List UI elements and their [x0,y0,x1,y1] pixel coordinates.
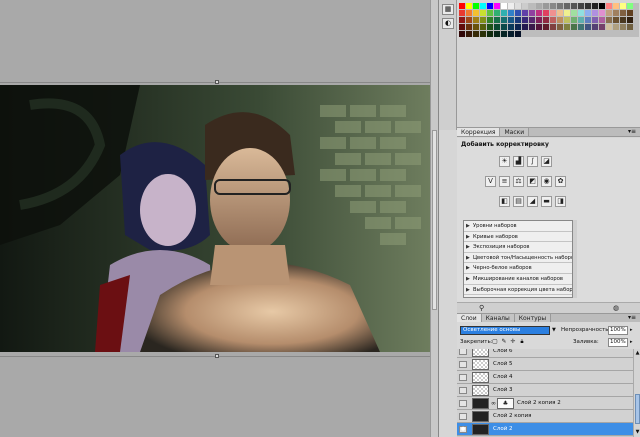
panels-dock: ▦ ◐ Коррекция Маски ▾≡ Добавить корректи… [438,0,640,437]
adjustments-footer: ⚲ ◍ [457,302,640,313]
preset-exposure[interactable]: Экспозиция наборов [464,242,572,253]
invert-icon[interactable]: ◧ [499,196,510,207]
adjustments-panel: Добавить корректировку ☀ ▟ ∫ ◪ V ≡ ⚖ ◩ ◉… [457,138,640,314]
adjustments-panel-menu-icon[interactable]: ▾≡ [624,128,640,136]
layer-name: Слой 5 [493,361,513,367]
layer-row[interactable]: Слой 2 копия [457,410,633,423]
layers-list: Слой 6 Слой 5 Слой 4 Слой 3 ∞ ♣ Слой 2 к… [457,349,633,437]
opacity-label: Непрозрачность: [561,327,611,333]
tab-masks[interactable]: Маски [500,128,530,136]
lock-label: Закрепить: [460,339,493,345]
panel-icon-strip: ▦ ◐ [439,0,457,130]
scroll-up-arrow-icon[interactable]: ▲ [634,350,640,356]
layer-thumbnail [472,359,489,370]
scroll-down-arrow-icon[interactable]: ▼ [634,429,640,435]
exposure-icon[interactable]: ◪ [541,156,552,167]
layer-thumbnail [472,349,489,357]
visibility-box[interactable] [459,349,467,355]
transform-handle-top[interactable] [215,80,219,84]
tab-adjustments[interactable]: Коррекция [457,128,501,136]
visibility-box[interactable] [459,374,467,381]
layer-thumbnail [472,372,489,383]
preset-selective-color[interactable]: Выборочная коррекция цвета наборов [464,285,572,296]
brightness-contrast-icon[interactable]: ☀ [499,156,510,167]
lock-pixels-icon[interactable]: ✎ [500,338,508,346]
opacity-field[interactable]: 100% [608,326,628,335]
tab-channels[interactable]: Каналы [481,314,515,322]
curves-icon[interactable]: ∫ [527,156,538,167]
visibility-box[interactable] [459,387,467,394]
fill-arrow-icon[interactable]: ▸ [630,338,633,347]
visibility-toggle-icon[interactable]: ◍ [613,305,622,312]
lock-all-icon[interactable]: 🔒︎ [518,338,526,346]
layer-row[interactable]: Слой 6 [457,349,633,358]
swatches-empty-area [459,40,639,128]
chain-link-icon[interactable]: ∞ [491,400,496,407]
adjustments-panel-tabs: Коррекция Маски ▾≡ [457,127,640,137]
layer-name: Слой 6 [493,349,513,354]
opacity-arrow-icon[interactable]: ▸ [630,326,633,335]
preset-black-white[interactable]: Черно-белое наборов [464,263,572,274]
layers-scrollbar[interactable]: ▲ ▼ [633,349,640,437]
chevron-down-icon[interactable]: ▼ [552,326,558,335]
channel-mixer-icon[interactable]: ✿ [555,176,566,187]
layer-thumbnail [472,398,489,409]
lock-transparency-icon[interactable]: ▢ [491,338,499,346]
layers-panel-menu-icon[interactable]: ▾≡ [624,314,640,322]
layer-name: Слой 3 [493,387,513,393]
visibility-box[interactable] [459,361,467,368]
visibility-box[interactable] [459,400,467,407]
preset-levels[interactable]: Уровни наборов [464,221,572,232]
swatches-panel-icon[interactable]: ▦ [442,4,454,15]
gradient-map-icon[interactable]: ▬ [541,196,552,207]
canvas-vertical-scrollbar[interactable] [430,0,438,437]
layer-mask-thumbnail[interactable]: ♣ [497,398,514,409]
adjustments-title: Добавить корректировку [461,141,549,148]
posterize-icon[interactable]: ▤ [513,196,524,207]
blend-mode-select[interactable]: Осветление основы [460,326,550,335]
document-image [0,85,430,352]
levels-icon[interactable]: ▟ [513,156,524,167]
layer-row[interactable]: Слой 3 [457,384,633,397]
canvas-scroll-thumb[interactable] [432,130,437,310]
layer-thumbnail [472,411,489,422]
fill-label: Заливка: [573,339,599,345]
layer-thumbnail [472,424,489,435]
layer-thumbnail [472,385,489,396]
tab-layers[interactable]: Слои [457,314,482,322]
visibility-box[interactable] [459,413,467,420]
layer-row-selected[interactable]: ● Слой 2 [457,423,633,436]
threshold-icon[interactable]: ◢ [527,196,538,207]
color-balance-icon[interactable]: ⚖ [513,176,524,187]
selective-color-icon[interactable]: ◨ [555,196,566,207]
black-white-icon[interactable]: ◩ [527,176,538,187]
hue-saturation-icon[interactable]: ≡ [499,176,510,187]
layer-name: Слой 2 [493,426,513,432]
tab-paths[interactable]: Контуры [514,314,552,322]
layers-scroll-thumb[interactable] [635,394,640,424]
document-canvas-area[interactable] [0,0,430,437]
layer-name: Слой 2 копия [493,413,532,419]
color-panel-icon[interactable]: ◐ [442,18,454,29]
eye-icon[interactable]: ● [459,426,467,433]
layer-row[interactable]: Слой 5 [457,358,633,371]
swatches-grid[interactable] [459,3,639,37]
preset-curves[interactable]: Кривые наборов [464,232,572,243]
transform-handle-bottom[interactable] [215,354,219,358]
vibrance-icon[interactable]: V [485,176,496,187]
preset-channel-mixer[interactable]: Микширование каналов наборов [464,274,572,285]
photo-filter-icon[interactable]: ◉ [541,176,552,187]
adjustment-presets-list: Уровни наборов Кривые наборов Экспозиция… [463,220,573,298]
lock-position-icon[interactable]: ✛ [509,338,517,346]
layer-row[interactable]: ∞ ♣ Слой 2 копия 2 [457,397,633,410]
layers-panel: Осветление основы ▼ Непрозрачность: 100%… [457,322,640,437]
layer-row[interactable]: Слой 4 [457,371,633,384]
layer-name: Слой 2 копия 2 [517,400,561,406]
preset-hue-saturation[interactable]: Цветовой тон/Насыщенность наборов [464,253,572,264]
clip-to-layer-icon[interactable]: ⚲ [479,305,488,312]
layer-name: Слой 4 [493,374,513,380]
fill-field[interactable]: 100% [608,338,628,347]
presets-scrollbar[interactable] [573,220,577,298]
